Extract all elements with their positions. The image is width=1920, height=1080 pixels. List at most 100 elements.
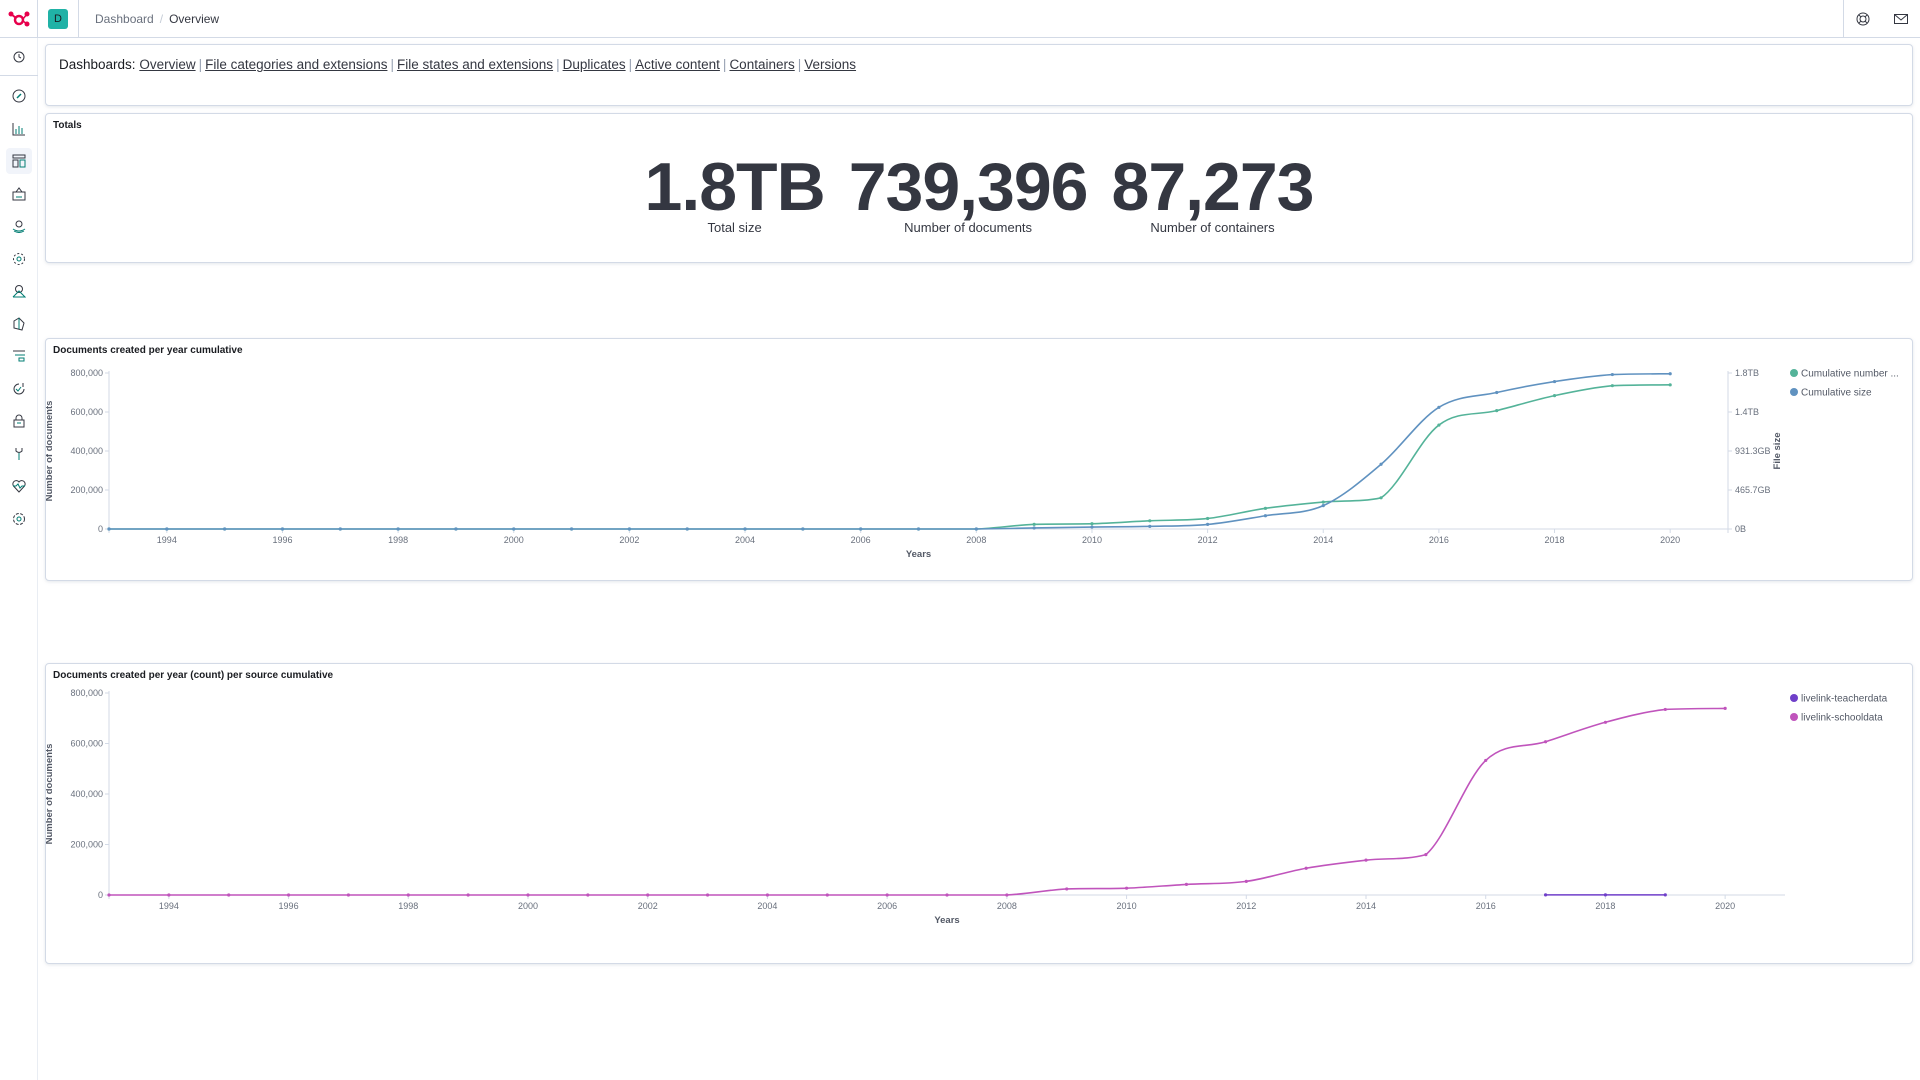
sidebar-item-canvas[interactable] bbox=[0, 178, 38, 211]
newsfeed-button[interactable] bbox=[1882, 0, 1920, 38]
x-tick-label: 2010 bbox=[1082, 535, 1102, 545]
data-point bbox=[569, 527, 574, 531]
x-tick-label: 2016 bbox=[1429, 535, 1449, 545]
y2-tick-label: 931.3GB bbox=[1735, 446, 1771, 456]
y2-tick-label: 1.8TB bbox=[1735, 368, 1759, 378]
dashboard-icon bbox=[12, 154, 26, 168]
metric-label: Total size bbox=[707, 220, 762, 235]
data-point bbox=[1663, 893, 1667, 897]
heartbeat-icon bbox=[12, 480, 26, 493]
data-point bbox=[1495, 390, 1499, 395]
link-overview[interactable]: Overview bbox=[139, 57, 195, 72]
y2-tick-label: 465.7GB bbox=[1735, 485, 1771, 495]
ml-icon bbox=[13, 252, 25, 265]
breadcrumb-dashboard[interactable]: Dashboard bbox=[95, 12, 154, 26]
help-button[interactable] bbox=[1844, 0, 1882, 38]
link-containers[interactable]: Containers bbox=[729, 57, 794, 72]
legend-swatch bbox=[1790, 694, 1798, 702]
data-point bbox=[743, 527, 747, 531]
x-tick-label: 2014 bbox=[1356, 901, 1376, 911]
data-point bbox=[454, 527, 458, 531]
link-separator: | bbox=[390, 57, 394, 72]
data-point bbox=[396, 527, 400, 531]
x-tick-label: 1994 bbox=[159, 901, 179, 911]
sidebar-item-maps[interactable] bbox=[0, 210, 38, 243]
data-point bbox=[1206, 522, 1210, 526]
y2-tick-label: 0B bbox=[1735, 524, 1746, 534]
series-line-1 bbox=[108, 372, 1671, 530]
data-point bbox=[1304, 866, 1308, 870]
x-tick-label: 2020 bbox=[1715, 901, 1735, 911]
data-point bbox=[107, 893, 111, 897]
y-tick-label: 0 bbox=[98, 524, 103, 534]
link-separator: | bbox=[198, 57, 203, 72]
sidebar-item-infrastructure[interactable] bbox=[0, 275, 38, 308]
metric-label: Number of documents bbox=[904, 220, 1033, 235]
app-logo[interactable] bbox=[0, 0, 38, 38]
data-point bbox=[1663, 707, 1667, 712]
x-tick-label: 1998 bbox=[398, 901, 418, 911]
data-point bbox=[286, 893, 291, 897]
link-active-content[interactable]: Active content bbox=[635, 57, 720, 72]
chart-panel-per-source: Documents created per year (count) per s… bbox=[44, 663, 1913, 964]
metrics-row: 1.8TB Total size 739,396 Number of docum… bbox=[46, 153, 1912, 235]
sidebar-item-management[interactable] bbox=[0, 503, 38, 536]
link-file-categories[interactable]: File categories and extensions bbox=[205, 57, 387, 72]
x-tick-label: 1994 bbox=[157, 535, 177, 545]
data-point bbox=[338, 527, 342, 531]
y-axis-title: Number of documents bbox=[46, 401, 55, 502]
dashboards-label: Dashboards: bbox=[59, 57, 136, 72]
metric-label: Number of containers bbox=[1150, 220, 1275, 235]
sidebar-item-discover[interactable] bbox=[0, 80, 38, 113]
data-point bbox=[1723, 706, 1727, 711]
sidebar-item-recently-viewed[interactable] bbox=[0, 38, 38, 76]
dashboards-links-panel: Dashboards: Overview | File categories and… bbox=[45, 44, 1913, 106]
x-tick-label: 1998 bbox=[388, 535, 408, 545]
data-point bbox=[885, 893, 889, 897]
sidebar-item-visualize[interactable] bbox=[0, 113, 38, 146]
data-point bbox=[1090, 525, 1094, 529]
data-point bbox=[280, 527, 285, 531]
data-point bbox=[1032, 526, 1036, 530]
data-point bbox=[765, 893, 770, 897]
legend-swatch bbox=[1790, 713, 1798, 721]
sidebar-item-monitoring[interactable] bbox=[0, 470, 38, 503]
help-icon bbox=[1856, 12, 1870, 26]
space-avatar[interactable]: D bbox=[48, 8, 68, 29]
breadcrumb-separator: / bbox=[159, 11, 164, 26]
link-file-states[interactable]: File states and extensions bbox=[397, 57, 553, 72]
x-axis-title: Years bbox=[934, 915, 959, 926]
link-separator: | bbox=[628, 57, 633, 72]
header-actions bbox=[1843, 0, 1920, 38]
sidebar-item-logs[interactable] bbox=[0, 308, 38, 341]
compass-icon bbox=[12, 89, 26, 103]
data-point bbox=[512, 527, 516, 531]
data-point bbox=[1437, 423, 1441, 427]
sidebar-item-ml[interactable] bbox=[0, 243, 38, 276]
sidebar-item-apm[interactable] bbox=[0, 340, 38, 373]
uptime-icon bbox=[13, 382, 25, 395]
data-point bbox=[1552, 379, 1557, 384]
data-point bbox=[1206, 516, 1210, 521]
link-separator: | bbox=[556, 57, 560, 72]
link-versions[interactable]: Versions bbox=[804, 57, 856, 72]
data-point bbox=[1495, 409, 1499, 413]
x-tick-label: 1996 bbox=[272, 535, 292, 545]
data-point bbox=[1668, 372, 1672, 376]
legend-swatch bbox=[1790, 388, 1798, 396]
sidebar-item-uptime[interactable] bbox=[0, 373, 38, 406]
data-point bbox=[1379, 496, 1383, 500]
data-point bbox=[1543, 740, 1548, 744]
logo-icon bbox=[8, 11, 29, 26]
link-duplicates[interactable]: Duplicates bbox=[563, 57, 626, 72]
infra-icon bbox=[12, 285, 26, 298]
data-point bbox=[685, 527, 689, 531]
legend-item: livelink-teacherdata bbox=[1801, 694, 1888, 705]
legend-swatch bbox=[1790, 369, 1798, 377]
data-point bbox=[1379, 462, 1383, 466]
sidebar-item-dev-tools[interactable] bbox=[0, 438, 38, 471]
sidebar-item-siem[interactable] bbox=[0, 405, 38, 438]
sidebar-item-dashboard[interactable] bbox=[0, 145, 38, 178]
x-tick-label: 2002 bbox=[619, 535, 639, 545]
y-tick-label: 200,000 bbox=[70, 485, 103, 495]
